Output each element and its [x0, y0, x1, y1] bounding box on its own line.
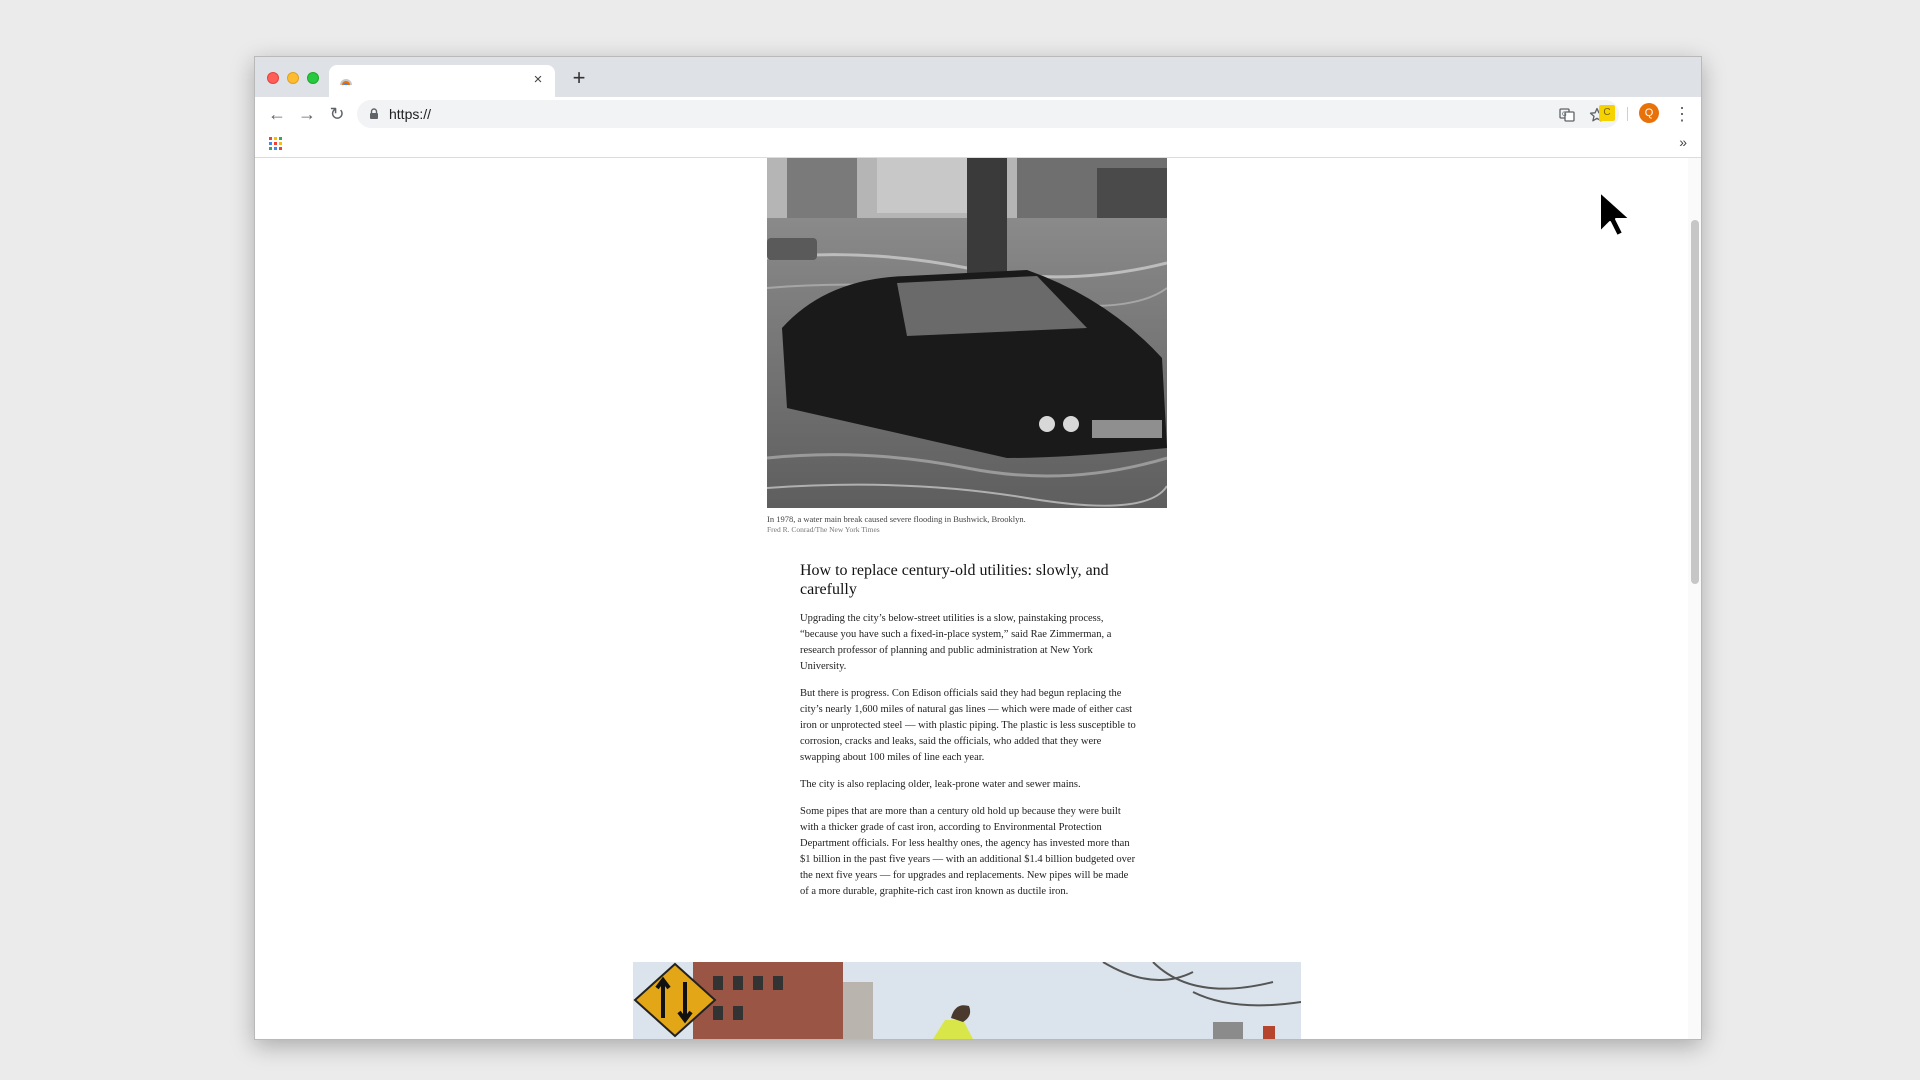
close-icon[interactable]: ×: [529, 71, 547, 89]
chevron-double-right-icon[interactable]: »: [1679, 134, 1687, 150]
article-paragraph: But there is progress. Con Edison offici…: [800, 688, 1136, 763]
translate-icon[interactable]: G: [1559, 107, 1575, 123]
minimize-window-button[interactable]: [287, 72, 299, 84]
section-headline: How to replace century-old utilities: sl…: [800, 562, 1109, 598]
browser-window: × + ← → ↻ https:// G C Q ⋮ » In 1978, a …: [254, 56, 1702, 1040]
back-arrow-icon[interactable]: ←: [265, 102, 289, 126]
url-text[interactable]: https://: [389, 106, 431, 122]
tab-strip: × +: [255, 57, 1701, 97]
browser-tab[interactable]: ×: [329, 65, 555, 97]
close-window-button[interactable]: [267, 72, 279, 84]
apps-grid-icon[interactable]: [269, 137, 283, 151]
forward-arrow-icon[interactable]: →: [295, 102, 319, 126]
photo-credit: Fred R. Conrad/The New York Times: [767, 525, 880, 534]
address-bar[interactable]: https:// G: [357, 100, 1619, 128]
article-paragraph: The city is also replacing older, leak-p…: [800, 779, 1081, 790]
reload-icon[interactable]: ↻: [325, 102, 349, 126]
flood-photo: [767, 158, 1167, 508]
photo-caption: In 1978, a water main break caused sever…: [767, 514, 1026, 524]
scrollbar-thumb[interactable]: [1691, 220, 1699, 584]
toolbar-divider: [1627, 107, 1628, 121]
lock-icon: [370, 108, 378, 119]
bookmarks-bar: »: [255, 131, 1701, 158]
article-body: How to replace century-old utilities: sl…: [800, 561, 1136, 911]
extension-icon[interactable]: C: [1599, 105, 1615, 121]
svg-text:G: G: [1562, 111, 1567, 118]
page-scrollbar[interactable]: [1688, 158, 1701, 1039]
article-paragraph: Upgrading the city’s below-street utilit…: [800, 613, 1112, 672]
kebab-menu-icon[interactable]: ⋮: [1673, 102, 1691, 126]
avatar[interactable]: Q: [1639, 103, 1659, 123]
street-photo: [633, 962, 1301, 1039]
browser-toolbar: ← → ↻ https:// G C Q ⋮: [255, 97, 1701, 131]
zoom-window-button[interactable]: [307, 72, 319, 84]
plus-icon[interactable]: +: [567, 67, 591, 91]
mouse-cursor-icon: [1599, 191, 1631, 237]
page-content: In 1978, a water main break caused sever…: [255, 158, 1701, 1039]
tab-favicon-icon: [340, 79, 352, 85]
article-paragraph: Some pipes that are more than a century …: [800, 806, 1136, 897]
